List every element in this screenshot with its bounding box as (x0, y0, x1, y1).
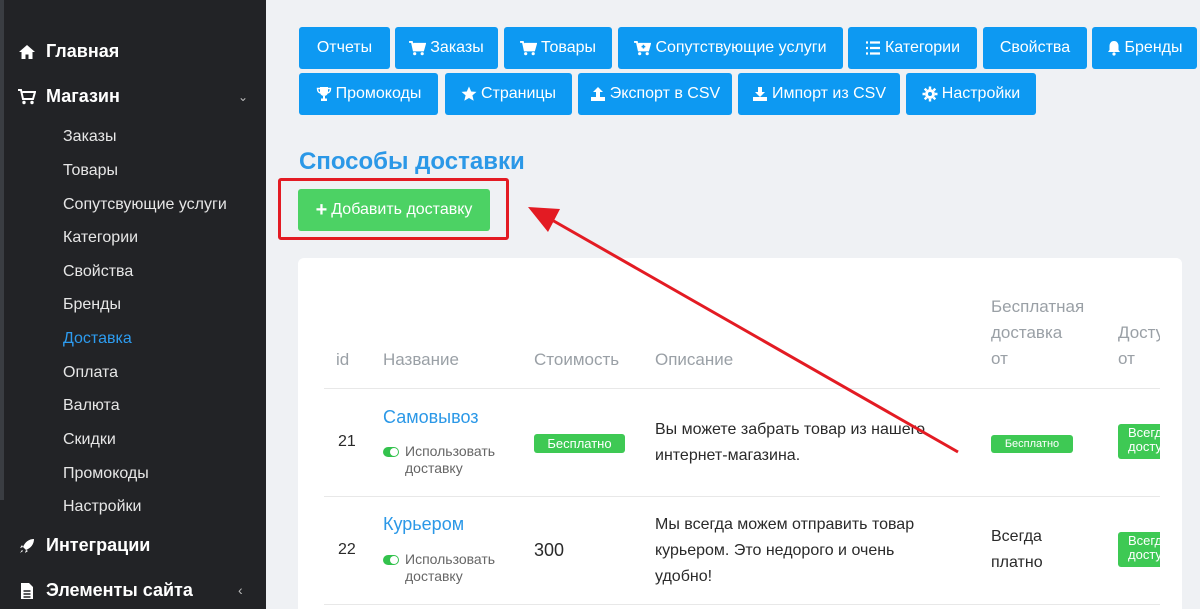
annotation-arrow (528, 207, 959, 454)
